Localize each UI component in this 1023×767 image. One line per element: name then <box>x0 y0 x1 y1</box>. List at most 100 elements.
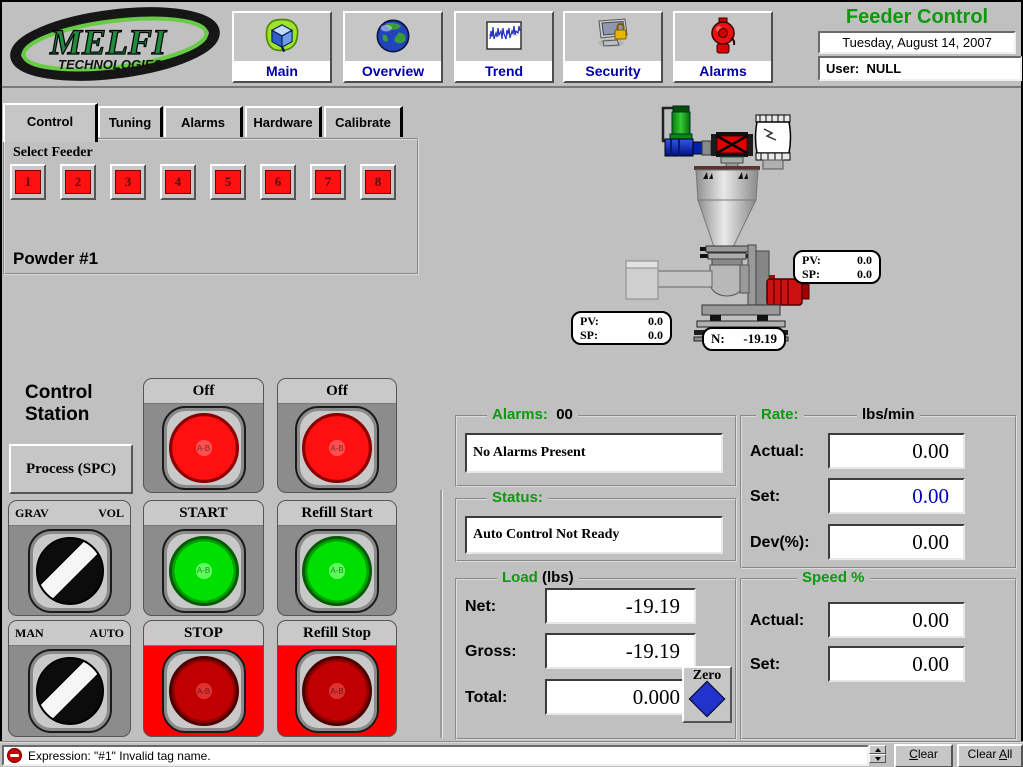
status-message-field: Auto Control Not Ready <box>465 516 723 554</box>
feeder-button-3[interactable]: 3 <box>110 164 146 200</box>
error-icon <box>7 748 22 763</box>
nav-security-label: Security <box>565 61 661 81</box>
tab-hardware[interactable]: Hardware <box>245 106 322 137</box>
select-feeder-panel: Select Feeder 1 2 3 4 5 6 7 8 Powder #1 <box>3 138 419 275</box>
rate-set-label: Set: <box>750 488 780 506</box>
net-label: Net: <box>465 598 496 616</box>
message-spinner <box>869 745 886 764</box>
load-groupbox-label: Load (lbs) <box>497 569 579 586</box>
melfi-logo-icon: MELFI TECHNOLOGIES <box>8 4 223 84</box>
rate-actual-value: 0.00 <box>828 433 965 469</box>
green-pushbutton-icon: A-B <box>169 536 239 606</box>
stop-button[interactable]: STOP A-B <box>143 620 264 737</box>
melfi-logo: MELFI TECHNOLOGIES <box>8 4 223 89</box>
total-value: 0.000 <box>545 679 696 715</box>
refill-off-button[interactable]: Off A-B <box>277 378 397 493</box>
nav-alarms-button[interactable]: Alarms <box>673 11 773 83</box>
user-label: User: <box>826 61 859 76</box>
speed-set-label: Set: <box>750 656 780 674</box>
nav-trend-button[interactable]: Trend <box>454 11 554 83</box>
feeder-button-8[interactable]: 8 <box>360 164 396 200</box>
alarms-groupbox: Alarms: 00 No Alarms Present <box>455 415 737 487</box>
tab-alarms[interactable]: Alarms <box>164 106 243 137</box>
gross-value: -19.19 <box>545 633 696 669</box>
selector-knob-icon <box>36 537 104 605</box>
net-weight-callout: N:-19.19 <box>702 327 786 351</box>
speed-actual-label: Actual: <box>750 612 804 630</box>
control-station-title: Control Station <box>25 382 93 426</box>
net-value: -19.19 <box>545 588 696 624</box>
zero-button[interactable]: Zero <box>682 666 732 723</box>
up-arrow-icon <box>875 748 881 752</box>
statusbar-message-field: Expression: "#1" Invalid tag name. <box>2 745 869 766</box>
alarm-bell-icon <box>675 15 771 57</box>
rate-actual-label: Actual: <box>750 443 804 461</box>
man-auto-selector[interactable]: MANAUTO <box>8 620 131 737</box>
start-button[interactable]: START A-B <box>143 500 264 616</box>
status-groupbox-label: Status: <box>487 489 548 506</box>
status-groupbox: Status: Auto Control Not Ready <box>455 498 737 562</box>
red-pushbutton-icon: A-B <box>302 413 372 483</box>
load-groupbox: Load (lbs) Net: -19.19 Gross: -19.19 Tot… <box>455 578 737 740</box>
svg-text:MELFI: MELFI <box>49 22 168 62</box>
security-computer-icon <box>565 15 661 57</box>
process-spc-button[interactable]: Process (SPC) <box>9 444 133 494</box>
feeder-button-6[interactable]: 6 <box>260 164 296 200</box>
tab-calibrate[interactable]: Calibrate <box>324 106 403 137</box>
total-label: Total: <box>465 689 507 707</box>
trend-chart-icon <box>456 15 552 57</box>
spinner-up-button[interactable] <box>869 745 886 754</box>
date-display: Tuesday, August 14, 2007 <box>818 31 1016 54</box>
motor-pv-sp-callout: PV:0.0 SP:0.0 <box>793 250 881 284</box>
grav-vol-selector[interactable]: GRAVVOL <box>8 500 131 616</box>
tab-control[interactable]: Control <box>3 103 98 142</box>
section-divider <box>440 490 443 738</box>
spinner-down-button[interactable] <box>869 754 886 763</box>
feeder-button-4[interactable]: 4 <box>160 164 196 200</box>
nav-trend-label: Trend <box>456 61 552 81</box>
svg-text:TECHNOLOGIES: TECHNOLOGIES <box>58 57 162 72</box>
rate-groupbox: Rate: lbs/min Actual: 0.00 Set: 0.00 Dev… <box>740 415 1017 569</box>
tab-tuning[interactable]: Tuning <box>98 106 163 137</box>
down-arrow-icon <box>875 757 881 761</box>
select-feeder-label: Select Feeder <box>13 145 93 161</box>
status-bar: Expression: "#1" Invalid tag name. Clear… <box>0 741 1023 767</box>
rate-dev-label: Dev(%): <box>750 534 810 552</box>
feeder-button-5[interactable]: 5 <box>210 164 246 200</box>
header-bar: MELFI TECHNOLOGIES Main <box>2 2 1021 88</box>
clear-button[interactable]: Clear <box>894 744 953 767</box>
refill-stop-button[interactable]: Refill Stop A-B <box>277 620 397 737</box>
zero-diamond-icon <box>689 681 726 718</box>
nav-overview-label: Overview <box>345 61 441 81</box>
darkred-pushbutton-icon: A-B <box>169 656 239 726</box>
nav-security-button[interactable]: Security <box>563 11 663 83</box>
scale-pv-sp-callout: PV:0.0 SP:0.0 <box>571 311 672 345</box>
nav-alarms-label: Alarms <box>675 61 771 81</box>
feed-off-button[interactable]: Off A-B <box>143 378 264 493</box>
refill-start-button[interactable]: Refill Start A-B <box>277 500 397 616</box>
selector-knob-icon <box>36 657 104 725</box>
alarms-groupbox-label: Alarms: 00 <box>487 406 578 423</box>
rate-groupbox-label: Rate: <box>756 406 804 423</box>
nav-main-button[interactable]: Main <box>232 11 332 83</box>
globe-icon <box>345 15 441 57</box>
darkred-pushbutton-icon: A-B <box>302 656 372 726</box>
clear-all-button[interactable]: Clear All <box>957 744 1023 767</box>
page-title: Feeder Control <box>817 6 1017 29</box>
alarm-message-field: No Alarms Present <box>465 433 723 473</box>
rate-set-input[interactable]: 0.00 <box>828 478 965 514</box>
green-pushbutton-icon: A-B <box>302 536 372 606</box>
nav-overview-button[interactable]: Overview <box>343 11 443 83</box>
nav-main-label: Main <box>234 61 330 81</box>
cube-icon <box>234 15 330 57</box>
speed-actual-value: 0.00 <box>828 602 965 638</box>
feeder-button-2[interactable]: 2 <box>60 164 96 200</box>
feeder-button-1[interactable]: 1 <box>10 164 46 200</box>
rate-units-label: lbs/min <box>857 406 920 423</box>
feeder-control-screen: MELFI TECHNOLOGIES Main <box>0 0 1023 767</box>
red-pushbutton-icon: A-B <box>169 413 239 483</box>
statusbar-message: Expression: "#1" Invalid tag name. <box>28 749 211 763</box>
feeder-button-7[interactable]: 7 <box>310 164 346 200</box>
speed-set-value: 0.00 <box>828 646 965 682</box>
selected-feeder-name: Powder #1 <box>13 249 98 269</box>
